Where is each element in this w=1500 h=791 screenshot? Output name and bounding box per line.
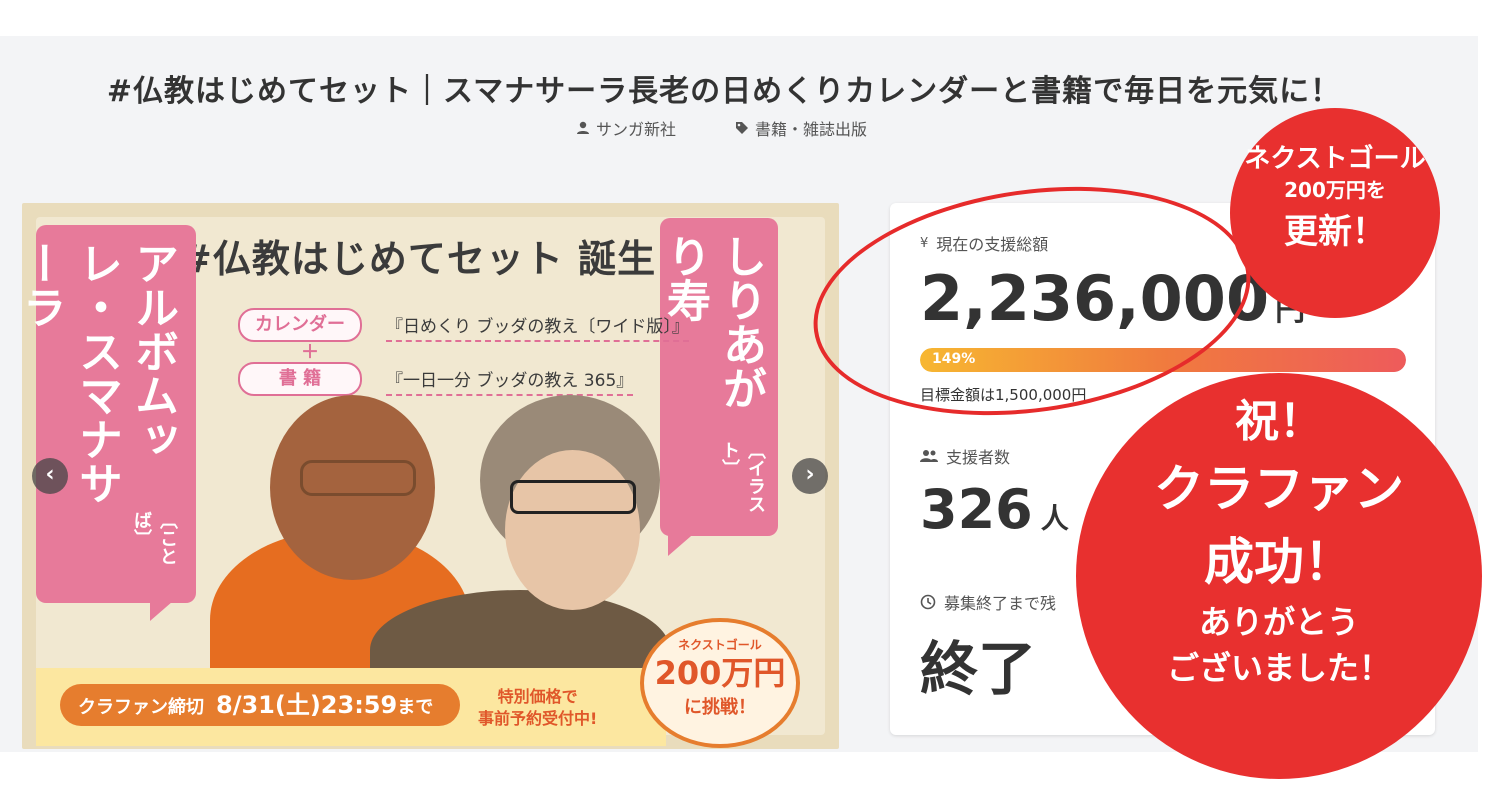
remaining-label: 募集終了まで残 bbox=[944, 594, 1057, 613]
overlay-big-line-3: 成功！ bbox=[1204, 533, 1354, 591]
special-line-2: 事前予約受付中! bbox=[478, 709, 598, 728]
overlay-small-line-1: ネクストゴール bbox=[1244, 144, 1426, 174]
remaining-label-row: 募集終了まで残 bbox=[920, 590, 1056, 614]
backers-count-row: 326 人 bbox=[920, 478, 1069, 541]
goal-badge-bottom: に挑戦！ bbox=[684, 697, 756, 718]
deadline-label: クラファン締切 bbox=[78, 697, 204, 718]
overlay-big-line-2: クラファン bbox=[1154, 460, 1404, 518]
calendar-product-name: 『日めくり ブッダの教え〔ワイド版〕』 bbox=[386, 312, 689, 342]
goal-badge-amount: 200万円 bbox=[654, 654, 786, 692]
organizer-name[interactable]: サンガ新社 bbox=[596, 116, 676, 140]
right-bubble-role: 〔イラスト〕 bbox=[719, 440, 766, 513]
overlay-big-line-4: ありがとう bbox=[1198, 603, 1359, 641]
right-bubble-tail bbox=[668, 530, 698, 556]
overlay-big-line-5: ございました！ bbox=[1166, 649, 1391, 687]
remaining-value: 終了 bbox=[920, 635, 1037, 703]
carousel-prev-button[interactable]: ‹ bbox=[32, 458, 68, 494]
backers-count: 326 bbox=[920, 478, 1033, 541]
monk-glasses bbox=[300, 460, 416, 496]
left-bubble-role: 〔ことば〕 bbox=[131, 510, 178, 565]
category-name[interactable]: 書籍・雑誌出版 bbox=[755, 116, 867, 140]
user-icon bbox=[577, 121, 589, 134]
left-bubble-tail bbox=[150, 595, 180, 621]
right-speech-bubble: 〔イラスト〕 しりあがり寿 bbox=[659, 218, 778, 536]
project-title: #仏教はじめてセット｜スマナサーラ長老の日めくりカレンダーと書籍で毎日を元気に！ bbox=[106, 74, 1342, 110]
carousel-next-button[interactable]: › bbox=[792, 458, 828, 494]
success-celebration-badge: 祝！ クラファン 成功！ ありがとう ございました！ bbox=[1076, 373, 1482, 779]
tag-icon bbox=[736, 122, 748, 134]
banner-headline: #仏教はじめてセット 誕生！ bbox=[180, 237, 696, 281]
users-icon bbox=[920, 450, 938, 462]
overlay-big-line-1: 祝！ bbox=[1235, 396, 1323, 447]
artist-portrait bbox=[505, 450, 640, 610]
backers-label-row: 支援者数 bbox=[920, 444, 1010, 468]
artist-glasses bbox=[510, 480, 636, 514]
deadline-date: 8/31(土)23:59 bbox=[216, 691, 398, 719]
special-price-note: 特別価格で 事前予約受付中! bbox=[478, 686, 597, 730]
deadline-suffix: まで bbox=[397, 697, 434, 718]
category-meta[interactable]: 書籍・雑誌出版 bbox=[735, 116, 867, 140]
clock-icon bbox=[920, 594, 936, 610]
book-product-name: 『一日一分 ブッダの教え 365』 bbox=[386, 366, 634, 396]
deadline-pill: クラファン締切 8/31(土)23:59まで bbox=[60, 684, 460, 726]
overlay-small-line-3: 更新！ bbox=[1284, 212, 1386, 252]
backers-label: 支援者数 bbox=[946, 448, 1011, 467]
backers-unit: 人 bbox=[1040, 502, 1069, 535]
plus-sign: ＋ bbox=[301, 342, 319, 363]
organizer-meta[interactable]: サンガ新社 bbox=[576, 116, 676, 140]
next-goal-badge: ネクストゴール 200万円 に挑戦！ bbox=[640, 618, 800, 748]
overlay-small-line-2: 200万円を bbox=[1284, 178, 1386, 202]
next-goal-celebration-badge: ネクストゴール 200万円を 更新！ bbox=[1230, 108, 1440, 318]
calendar-pill: カレンダー bbox=[238, 308, 362, 342]
left-speech-bubble: 〔ことば〕 アルボムッレ・スマナサーラ bbox=[15, 225, 196, 603]
special-line-1: 特別価格で bbox=[497, 687, 578, 706]
goal-badge-top: ネクストゴール bbox=[678, 638, 762, 652]
book-pill: 書 籍 bbox=[238, 362, 362, 396]
